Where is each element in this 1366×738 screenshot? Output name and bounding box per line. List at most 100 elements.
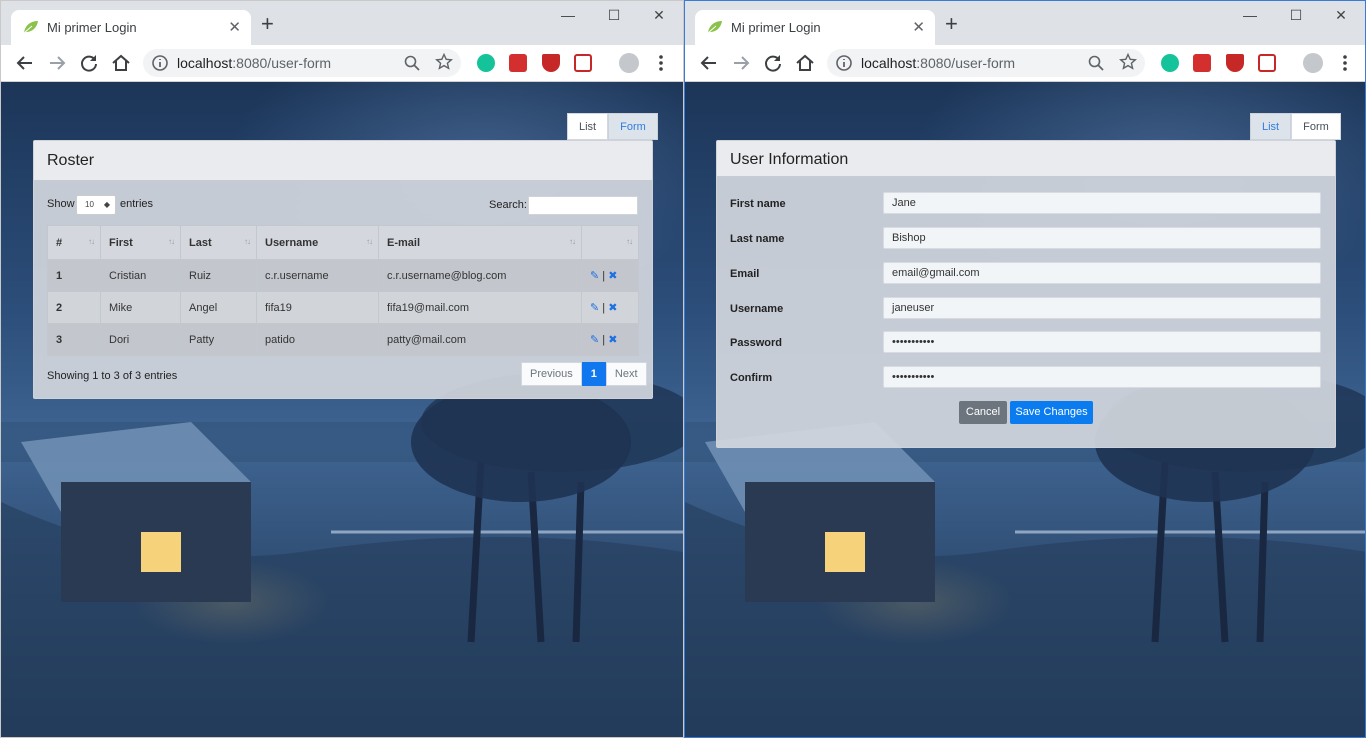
maximize-icon[interactable]: ☐ [1281,7,1311,24]
browser-toolbar: localhost:8080/user-form [685,45,1365,82]
shield-extension-icon[interactable] [542,54,560,72]
title-bar: Mi primer Login ✕ + — ☐ ✕ [685,1,1365,45]
previous-page-button[interactable]: Previous [521,362,582,386]
username-label: Username [730,303,784,315]
cell-id: 1 [47,259,101,292]
forward-icon[interactable] [729,51,753,75]
last-name-field[interactable]: Bishop [883,227,1321,249]
tab-title: Mi primer Login [731,20,821,35]
user-delete-icon[interactable]: ✖ [608,302,617,314]
menu-dots-icon[interactable] [658,52,664,74]
entries-length-select[interactable]: 10 ◆ [76,195,116,215]
maximize-icon[interactable]: ☐ [599,7,629,24]
cell-first: Dori [100,323,181,356]
cell-username: patido [256,323,379,356]
pocket-extension-icon[interactable] [574,54,592,72]
minimize-icon[interactable]: — [553,7,583,23]
show-label: Show [47,198,75,210]
save-changes-button[interactable]: Save Changes [1010,401,1093,424]
sort-icon: ↑↓ [88,237,95,246]
new-tab-icon[interactable]: + [261,13,274,35]
card-title: User Information [730,151,849,168]
first-name-field[interactable]: Jane [883,192,1321,214]
close-tab-icon[interactable]: ✕ [912,18,925,36]
tab-form[interactable]: Form [608,113,658,140]
info-icon[interactable] [151,54,169,72]
back-icon[interactable] [13,51,37,75]
page-1-button[interactable]: 1 [581,362,606,386]
info-icon[interactable] [835,54,853,72]
search-input[interactable] [528,196,638,215]
confirm-password-field[interactable]: ••••••••••• [883,366,1321,388]
menu-dots-icon[interactable] [1342,52,1348,74]
zoom-icon[interactable] [1087,54,1105,72]
zoom-icon[interactable] [403,54,421,72]
sort-icon: ↑↓ [626,237,633,246]
bookmark-star-icon[interactable] [1119,53,1137,71]
sort-icon: ↑↓ [244,237,251,246]
email-field[interactable]: email@gmail.com [883,262,1321,284]
column-header-id[interactable]: # ↑↓ [47,225,101,260]
sort-icon: ↑↓ [366,237,373,246]
reload-icon[interactable] [761,51,785,75]
close-window-icon[interactable]: ✕ [644,7,674,24]
edit-icon[interactable]: ✎ [590,270,599,282]
confirm-label: Confirm [730,372,773,384]
edit-icon[interactable]: ✎ [590,302,599,314]
avatar[interactable] [1303,53,1323,73]
tab-form[interactable]: Form [1291,113,1341,140]
browser-tab[interactable]: Mi primer Login ✕ [695,10,935,45]
shield-extension-icon[interactable] [1226,54,1244,72]
column-header-email[interactable]: E-mail ↑↓ [378,225,582,260]
grammarly-icon[interactable] [1161,54,1179,72]
grammarly-icon[interactable] [477,54,495,72]
close-window-icon[interactable]: ✕ [1326,7,1356,24]
column-header-first[interactable]: First ↑↓ [100,225,181,260]
page-content: List Form Roster Show 10 ◆ entries Searc… [1,82,683,737]
close-tab-icon[interactable]: ✕ [228,18,241,36]
url-text: localhost:8080/user-form [177,55,332,71]
home-icon[interactable] [109,51,133,75]
bookmark-star-icon[interactable] [435,53,453,71]
leaf-icon [707,21,722,34]
tab-list[interactable]: List [1250,113,1292,140]
cell-first: Mike [100,291,181,324]
back-icon[interactable] [697,51,721,75]
cancel-button[interactable]: Cancel [959,401,1007,424]
table-row: 3 Dori Patty patido patty@mail.com ✎ | ✖ [47,323,639,356]
address-bar[interactable]: localhost:8080/user-form [143,49,461,77]
view-tabs: List Form [1250,113,1341,140]
user-delete-icon[interactable]: ✖ [608,334,617,346]
password-label: Password [730,337,782,349]
browser-tab[interactable]: Mi primer Login ✕ [11,10,251,45]
minimize-icon[interactable]: — [1235,7,1265,23]
home-icon[interactable] [793,51,817,75]
address-bar[interactable]: localhost:8080/user-form [827,49,1145,77]
username-field[interactable]: janeuser [883,297,1321,319]
reload-icon[interactable] [77,51,101,75]
pagination: Previous 1 Next [521,362,647,386]
column-header-last[interactable]: Last ↑↓ [180,225,257,260]
search-label: Search: [489,199,527,211]
next-page-button[interactable]: Next [605,362,647,386]
cell-email: fifa19@mail.com [378,291,582,324]
column-header-actions[interactable]: ↑↓ [581,225,639,260]
user-delete-icon[interactable]: ✖ [608,270,617,282]
url-text: localhost:8080/user-form [861,55,1016,71]
roster-card: Roster Show 10 ◆ entries Search: # ↑↓ Fir… [33,140,653,399]
table-header-row: # ↑↓ First ↑↓ Last ↑↓ Username ↑↓ E-mail ↑↓ ↑… [47,225,639,260]
tab-list[interactable]: List [567,113,609,140]
new-tab-icon[interactable]: + [945,13,958,35]
password-field[interactable]: ••••••••••• [883,331,1321,353]
pocket-extension-icon[interactable] [1258,54,1276,72]
forward-icon[interactable] [45,51,69,75]
avatar[interactable] [619,53,639,73]
sort-icon: ↑↓ [168,237,175,246]
cell-username: fifa19 [256,291,379,324]
extension-red-icon[interactable] [509,54,527,72]
extension-red-icon[interactable] [1193,54,1211,72]
cell-first: Cristian [100,259,181,292]
edit-icon[interactable]: ✎ [590,334,599,346]
column-header-username[interactable]: Username ↑↓ [256,225,379,260]
first-name-label: First name [730,198,786,210]
